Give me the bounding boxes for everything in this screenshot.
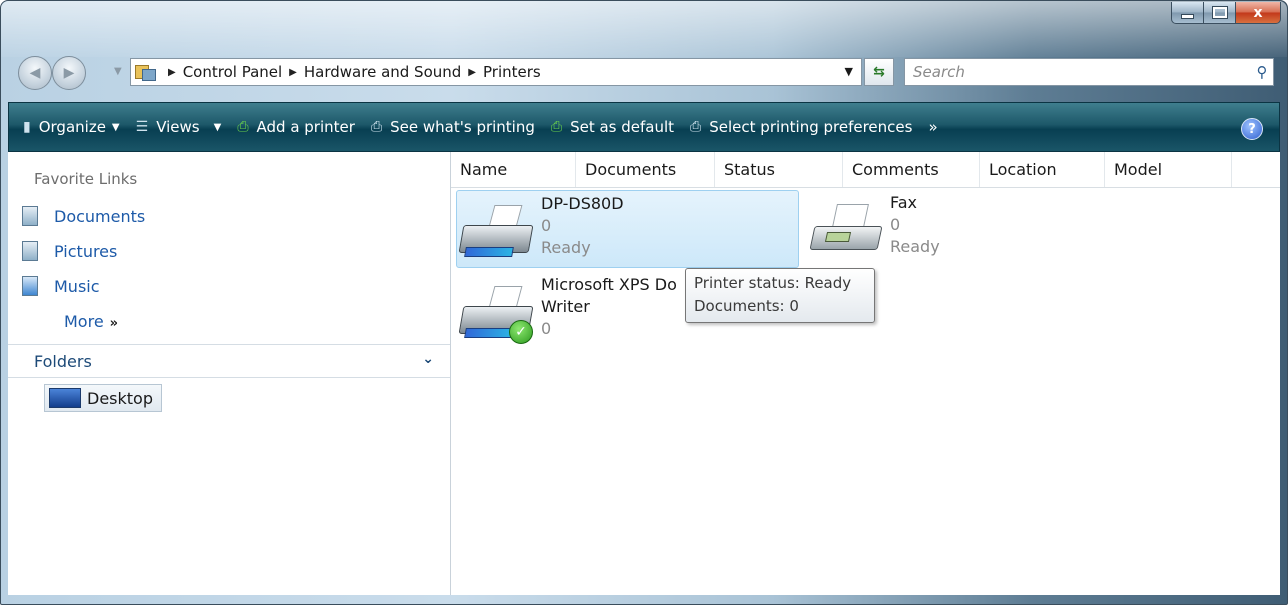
column-header-comments[interactable]: Comments [843, 152, 980, 187]
tooltip-documents: Documents: 0 [694, 297, 799, 315]
favorite-links-more[interactable]: More » [64, 312, 118, 331]
search-input[interactable] [905, 62, 1251, 82]
printer-tile-dp-ds80d[interactable]: DP-DS80D 0 Ready [456, 190, 799, 268]
column-header-location[interactable]: Location [980, 152, 1105, 187]
favorite-link-label: Documents [54, 206, 146, 226]
help-icon: ? [1248, 121, 1256, 137]
search-box[interactable]: ⚲ [904, 58, 1274, 86]
set-default-icon: ⎙ [550, 119, 563, 135]
add-printer-label: Add a printer [256, 118, 355, 136]
column-header-status[interactable]: Status [715, 152, 843, 187]
refresh-button[interactable]: ⇆ [864, 58, 894, 86]
maximize-button[interactable] [1203, 2, 1235, 24]
breadcrumb-separator-icon[interactable]: ▶ [468, 67, 476, 78]
printing-preferences-icon: ⎙ [690, 119, 702, 135]
printer-tooltip: Printer status: Ready Documents: 0 [685, 268, 875, 323]
printer-name-line1: Microsoft XPS Do [541, 275, 677, 294]
more-commands-button[interactable]: » [920, 103, 945, 151]
favorite-link-documents[interactable]: Documents [22, 204, 145, 228]
documents-folder-icon [22, 206, 38, 226]
views-label: Views [156, 118, 200, 136]
address-dropdown-icon[interactable]: ▼ [845, 65, 853, 78]
printer-name: DP-DS80D [541, 194, 624, 213]
breadcrumb-separator-icon[interactable]: ▶ [289, 67, 297, 78]
more-commands-icon: » [928, 118, 938, 136]
printer-name-line2: Writer [541, 297, 590, 316]
tooltip-status: Printer status: Ready [694, 274, 852, 292]
maximize-icon [1211, 6, 1228, 19]
printer-documents: 0 [890, 215, 901, 234]
column-header-documents[interactable]: Documents [576, 152, 715, 187]
favorite-link-label: Music [54, 276, 100, 296]
address-bar[interactable]: ▶ Control Panel ▶ Hardware and Sound ▶ P… [130, 58, 862, 86]
back-button[interactable]: ◀ [18, 56, 52, 90]
views-button[interactable]: ☰ Views ▼ [128, 103, 230, 151]
back-arrow-icon: ◀ [29, 65, 41, 81]
caption-buttons: x [1171, 2, 1281, 24]
default-printer-check-icon: ✓ [509, 320, 533, 344]
see-printing-label: See what's printing [390, 118, 535, 136]
favorite-link-label: Pictures [54, 241, 118, 261]
recent-pages-dropdown[interactable]: ▼ [114, 66, 122, 77]
more-chevron-icon: » [109, 316, 119, 331]
favorite-links-heading: Favorite Links [34, 170, 138, 188]
help-button[interactable]: ? [1241, 118, 1263, 140]
navigation-row: ◀ ▶ ▼ ▶ Control Panel ▶ Hardware and Sou… [18, 56, 1278, 92]
printer-name: Fax [890, 193, 918, 212]
printer-documents: 0 [541, 216, 552, 235]
organize-label: Organize [38, 118, 106, 136]
breadcrumb-control-panel[interactable]: Control Panel [183, 63, 282, 81]
printer-tile-fax[interactable]: Fax 0 Ready [806, 192, 1006, 268]
add-printer-button[interactable]: ⎙ Add a printer [229, 103, 363, 151]
printer-queue-icon: ⎙ [370, 119, 383, 135]
breadcrumb-separator-icon[interactable]: ▶ [168, 67, 176, 78]
chevron-down-icon[interactable]: ⌄ [422, 351, 434, 367]
file-list: Name Documents Status Comments Location … [451, 152, 1280, 595]
printing-preferences-label: Select printing preferences [709, 118, 913, 136]
navigation-pane: Favorite Links Documents Pictures Music … [8, 152, 451, 595]
minimize-icon [1181, 14, 1194, 19]
printer-status: Ready [541, 238, 591, 257]
close-icon: x [1253, 4, 1263, 21]
add-printer-icon: ⎙ [237, 119, 249, 135]
printers-folder-icon [135, 63, 156, 81]
command-bar: ▮ Organize ▼ ☰ Views ▼ ⎙ Add a printer ⎙… [8, 102, 1280, 152]
set-default-label: Set as default [570, 118, 675, 136]
forward-arrow-icon: ▶ [63, 65, 75, 81]
pictures-folder-icon [22, 241, 38, 261]
folders-label: Folders [34, 351, 92, 371]
column-header-row: Name Documents Status Comments Location … [451, 152, 1280, 188]
see-printing-button[interactable]: ⎙ See what's printing [363, 103, 543, 151]
more-label: More [64, 312, 104, 331]
favorite-link-pictures[interactable]: Pictures [22, 239, 117, 263]
organize-dropdown-icon: ▼ [111, 121, 120, 133]
set-default-button[interactable]: ⎙ Set as default [543, 103, 682, 151]
forward-button[interactable]: ▶ [52, 56, 86, 90]
refresh-icon: ⇆ [873, 64, 885, 80]
fax-icon [806, 198, 888, 262]
printer-documents: 0 [541, 319, 552, 338]
printer-icon [457, 199, 539, 263]
search-icon[interactable]: ⚲ [1251, 63, 1273, 81]
tree-item-desktop[interactable]: Desktop [44, 384, 162, 412]
tree-item-label: Desktop [87, 388, 153, 408]
minimize-button[interactable] [1171, 2, 1203, 24]
breadcrumb-hardware-and-sound[interactable]: Hardware and Sound [304, 63, 461, 81]
organize-button[interactable]: ▮ Organize ▼ [9, 103, 128, 151]
printer-status: Ready [890, 237, 940, 256]
favorite-link-music[interactable]: Music [22, 274, 100, 298]
column-header-name[interactable]: Name [451, 152, 576, 187]
column-header-model[interactable]: Model [1105, 152, 1232, 187]
printer-tile-xps-writer[interactable]: ✓ Microsoft XPS Do Writer 0 [457, 270, 697, 350]
folders-bar[interactable]: Folders ⌄ [8, 344, 450, 378]
desktop-icon [49, 388, 81, 408]
organize-icon: ▮ [23, 119, 31, 135]
views-icon: ☰ [135, 119, 149, 135]
views-dropdown-icon: ▼ [213, 121, 222, 133]
close-button[interactable]: x [1235, 2, 1281, 24]
music-folder-icon [22, 276, 38, 296]
breadcrumb-printers[interactable]: Printers [483, 63, 541, 81]
printer-icon: ✓ [457, 280, 539, 344]
printing-preferences-button[interactable]: ⎙ Select printing preferences [682, 103, 920, 151]
